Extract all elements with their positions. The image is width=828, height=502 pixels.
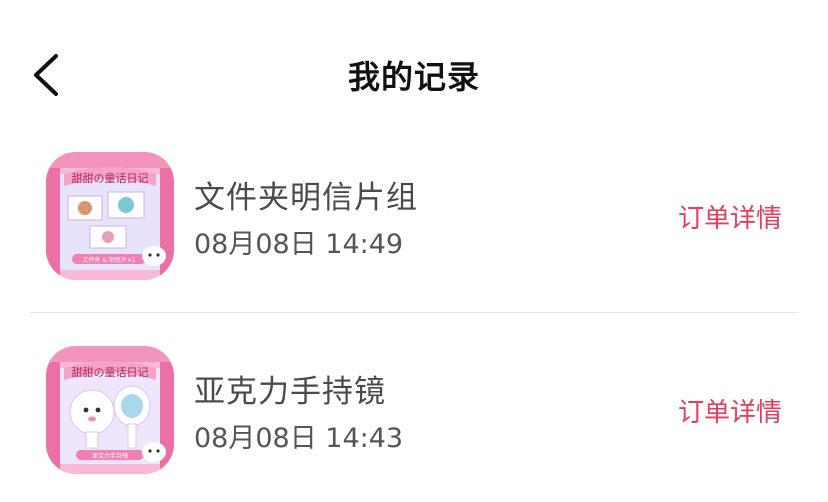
divider: [30, 312, 798, 313]
thumbnail-banner: 甜甜の童话日记: [72, 365, 149, 379]
product-thumbnail: 甜甜の童话日记 亚克力手持镜: [46, 346, 174, 474]
order-detail-link[interactable]: 订单详情: [678, 392, 782, 429]
thumbnail-caption: 文件夹 & 明信片×2: [82, 256, 136, 264]
product-title: 文件夹明信片组: [194, 180, 418, 216]
order-detail-link[interactable]: 订单详情: [678, 198, 782, 235]
thumbnail-caption: 亚克力手持镜: [92, 452, 128, 460]
thumbnail-banner: 甜甜の童话日记: [72, 171, 149, 185]
product-title: 亚克力手持镜: [194, 374, 386, 410]
order-time: 08月08日 14:49: [194, 229, 404, 260]
product-thumbnail: 甜甜の童话日记 文件夹 & 明信片×2: [46, 152, 174, 280]
record-item[interactable]: 甜甜の童话日记 亚克力手持镜 亚克力手持镜 08月08日 14:43 订单详情: [0, 334, 828, 494]
navigation-bar: 我的记录: [0, 0, 828, 150]
record-item[interactable]: 甜甜の童话日记 文件夹 & 明信片×2 文件夹明信片组 08月08日 14:49…: [0, 140, 828, 300]
page-title: 我的记录: [347, 58, 480, 96]
order-time: 08月08日 14:43: [194, 423, 404, 454]
